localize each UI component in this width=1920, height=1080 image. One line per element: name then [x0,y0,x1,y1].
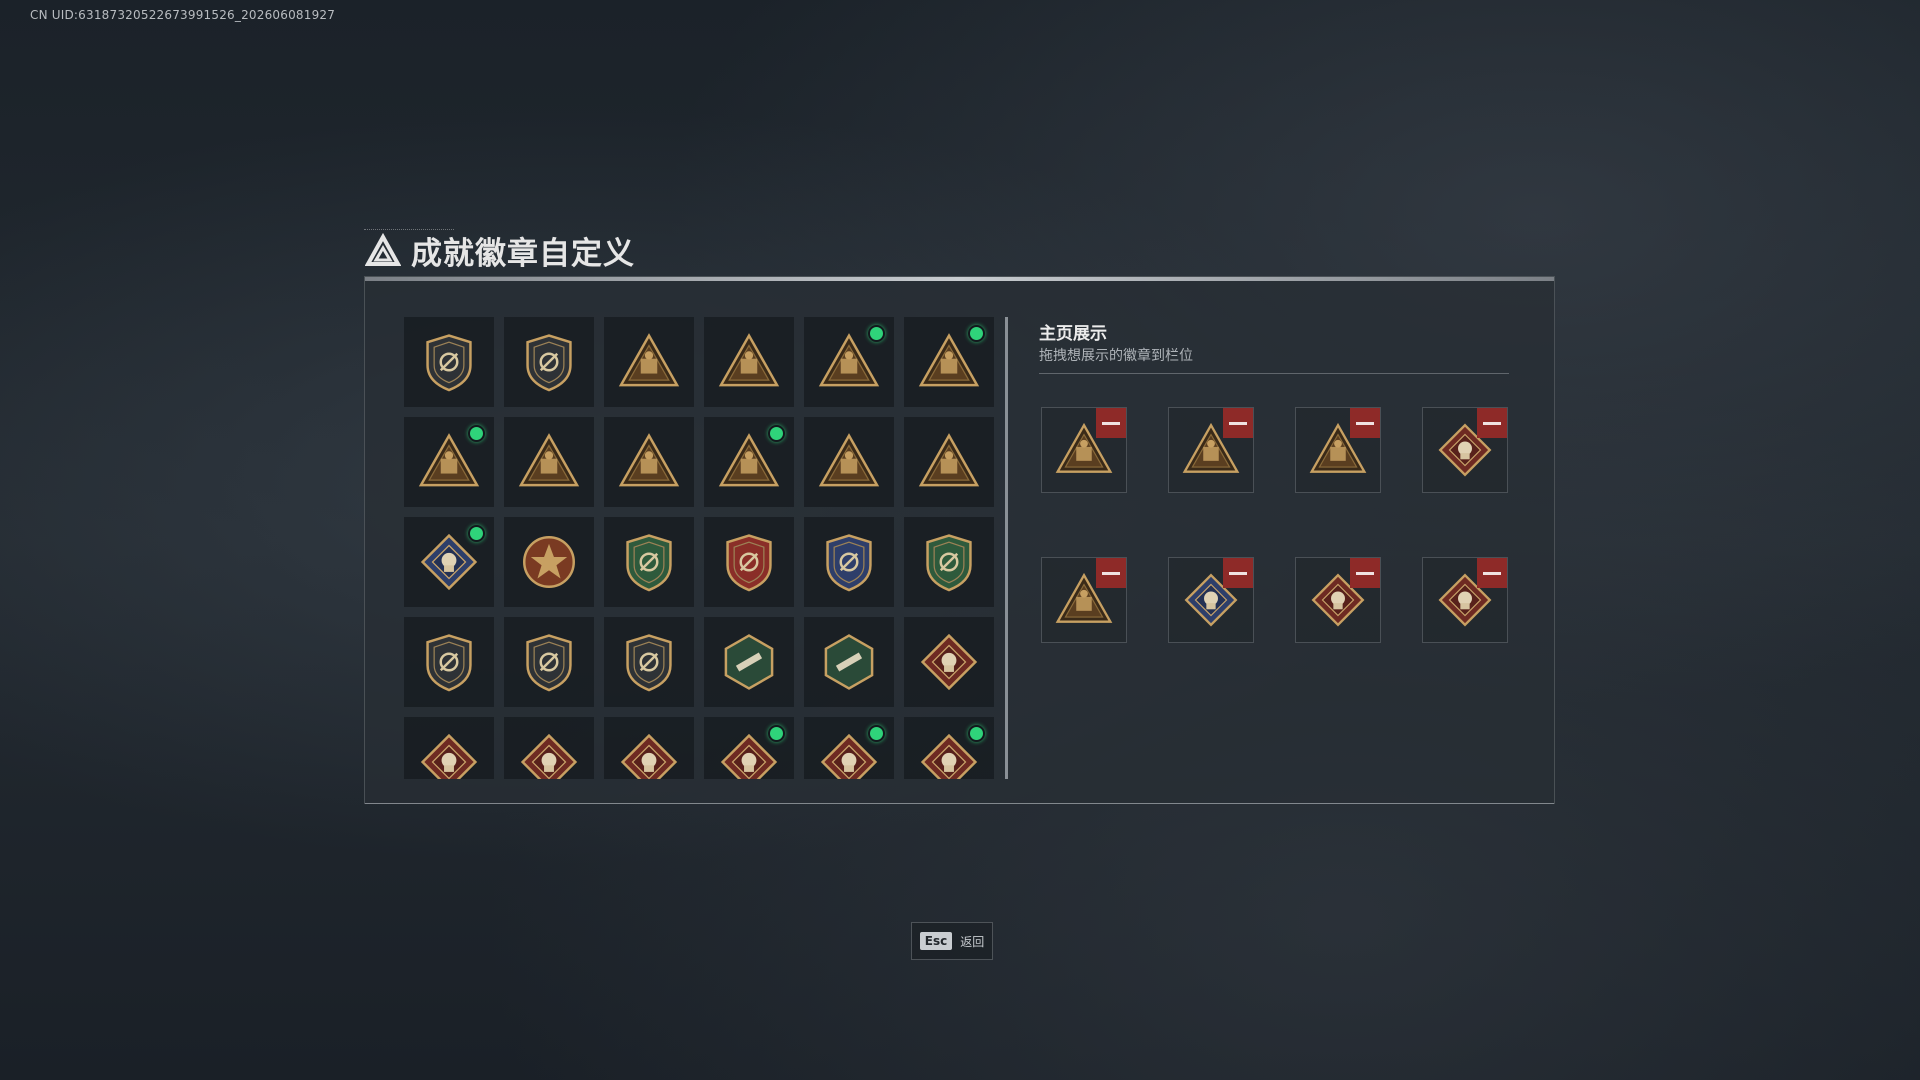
triangle-hands-icon [516,429,582,495]
triangle-soldiers-icon [916,429,982,495]
uid-label: CN UID:6318732052267399​1526_20260608192… [30,8,336,22]
new-badge-dot [768,425,785,442]
hexagon-green-rifle-icon [716,629,782,695]
remove-badge-button[interactable] [1223,408,1253,438]
shield-delta-icon [416,329,482,395]
badge-cell[interactable] [604,517,694,607]
triangle-beast-icon [816,429,882,495]
showcase-slot[interactable] [1422,557,1508,643]
esc-key-hint: Esc [919,932,953,950]
shield-blue-icon [816,529,882,595]
badge-cell[interactable] [404,617,494,707]
showcase-slot[interactable] [1168,557,1254,643]
diamond-hammer-icon [516,729,582,779]
new-badge-dot [468,525,485,542]
badge-cell[interactable] [604,417,694,507]
hexagon-green-weapon-icon [816,629,882,695]
page-header: 成就徽章自定义 [365,228,635,273]
badge-cell[interactable] [704,517,794,607]
shield-red-stars-icon [716,529,782,595]
shield-rifle-alt-icon [516,629,582,695]
shield-green-crosshair-icon [916,529,982,595]
badge-cell[interactable] [604,617,694,707]
new-badge-dot [968,325,985,342]
medal-star-icon [516,529,582,595]
remove-badge-button[interactable] [1350,408,1380,438]
remove-badge-button[interactable] [1477,558,1507,588]
badge-grid [404,317,998,779]
badge-cell[interactable] [804,717,894,779]
badge-cell[interactable] [904,417,994,507]
badge-panel: 主页展示 拖拽想展示的徽章到栏位 [364,276,1555,804]
badge-cell[interactable] [704,417,794,507]
new-badge-dot [968,725,985,742]
badge-cell[interactable] [804,417,894,507]
shield-crossed-guns-icon [616,629,682,695]
triangle-number-1-icon [616,429,682,495]
showcase-slot[interactable] [1295,557,1381,643]
badge-cell[interactable] [404,317,494,407]
showcase-divider [1039,373,1509,374]
badge-cell[interactable] [404,717,494,779]
back-button[interactable]: Esc 返回 [911,922,993,960]
remove-badge-button[interactable] [1096,558,1126,588]
diamond-dragon-alt-icon [416,729,482,779]
badge-cell[interactable] [804,317,894,407]
badge-cell[interactable] [604,717,694,779]
showcase-slot[interactable] [1168,407,1254,493]
diamond-wheel-icon [616,729,682,779]
panel-bottom-bar [365,803,1554,804]
showcase-slot[interactable] [1422,407,1508,493]
delta-logo-icon [365,232,401,266]
remove-badge-button[interactable] [1477,408,1507,438]
badge-cell[interactable] [804,617,894,707]
badge-cell[interactable] [704,317,794,407]
showcase-subtitle: 拖拽想展示的徽章到栏位 [1039,348,1193,364]
new-badge-dot [868,725,885,742]
remove-badge-button[interactable] [1223,558,1253,588]
showcase-slot[interactable] [1295,407,1381,493]
badge-cell[interactable] [904,317,994,407]
showcase-slot[interactable] [1041,557,1127,643]
new-badge-dot [768,725,785,742]
triangle-bag-55-icon [716,329,782,395]
badge-cell[interactable] [504,417,594,507]
badge-cell[interactable] [404,517,494,607]
badge-cell[interactable] [704,617,794,707]
triangle-map-icon [616,329,682,395]
shield-green-icon [616,529,682,595]
badge-cell[interactable] [604,317,694,407]
badge-cell[interactable] [404,417,494,507]
shield-rifle-icon [416,629,482,695]
badge-cell[interactable] [504,317,594,407]
remove-badge-button[interactable] [1096,408,1126,438]
page-title: 成就徽章自定义 [411,236,635,272]
badge-cell[interactable] [504,517,594,607]
remove-badge-button[interactable] [1350,558,1380,588]
shield-helicopter-icon [516,329,582,395]
badge-cell[interactable] [504,617,594,707]
showcase-title: 主页展示 [1039,324,1107,344]
panel-top-bar [365,277,1554,281]
badge-cell[interactable] [704,717,794,779]
showcase-slot[interactable] [1041,407,1127,493]
grid-scrollbar[interactable] [1005,317,1008,779]
badge-cell[interactable] [904,617,994,707]
new-badge-dot [468,425,485,442]
new-badge-dot [868,325,885,342]
back-label: 返回 [960,934,985,949]
badge-cell[interactable] [904,717,994,779]
badge-cell[interactable] [504,717,594,779]
diamond-dragon-icon [916,629,982,695]
badge-cell[interactable] [804,517,894,607]
badge-cell[interactable] [904,517,994,607]
